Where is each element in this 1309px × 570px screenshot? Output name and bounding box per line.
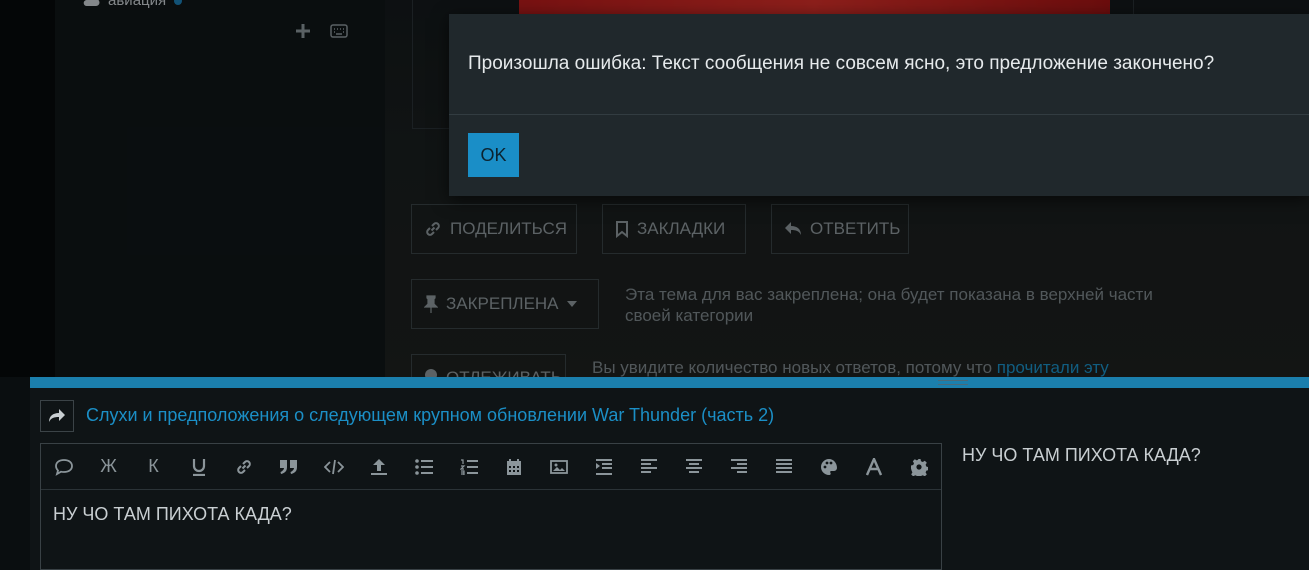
editor-content: НУ ЧО ТАМ ПИХОТА КАДА? bbox=[53, 504, 292, 524]
code-icon[interactable] bbox=[311, 444, 356, 489]
preview-content: НУ ЧО ТАМ ПИХОТА КАДА? bbox=[962, 445, 1201, 465]
align-center-icon[interactable] bbox=[671, 444, 716, 489]
reply-to-button[interactable] bbox=[40, 400, 74, 432]
indent-icon[interactable] bbox=[581, 444, 626, 489]
align-right-icon[interactable] bbox=[716, 444, 761, 489]
italic-button-glyph: К bbox=[148, 456, 159, 476]
bullet-list-icon[interactable] bbox=[401, 444, 446, 489]
link-icon[interactable] bbox=[221, 444, 266, 489]
upload-icon[interactable] bbox=[356, 444, 401, 489]
font-icon[interactable] bbox=[851, 444, 896, 489]
blockquote-icon[interactable] bbox=[266, 444, 311, 489]
editor-toolbar: ЖК bbox=[41, 444, 941, 490]
palette-icon[interactable] bbox=[806, 444, 851, 489]
gear-icon[interactable] bbox=[896, 444, 941, 489]
editor-textarea[interactable]: НУ ЧО ТАМ ПИХОТА КАДА? bbox=[41, 490, 941, 539]
quote-icon[interactable] bbox=[41, 444, 86, 489]
composer-resize-grip[interactable] bbox=[938, 380, 968, 385]
editor: ЖК НУ ЧО ТАМ ПИХОТА КАДА? bbox=[40, 443, 942, 570]
ok-button[interactable]: OK bbox=[468, 133, 519, 177]
error-dialog: Произошла ошибка: Текст сообщения не сов… bbox=[449, 14, 1309, 196]
align-justify-icon[interactable] bbox=[761, 444, 806, 489]
image-icon[interactable] bbox=[536, 444, 581, 489]
bold-button-glyph: Ж bbox=[100, 456, 117, 476]
reply-to-topic-link[interactable]: Слухи и предположения о следующем крупно… bbox=[86, 405, 774, 426]
share-arrow-icon bbox=[49, 409, 65, 422]
error-message: Произошла ошибка: Текст сообщения не сов… bbox=[449, 14, 1309, 115]
bold-button[interactable]: Ж bbox=[86, 444, 131, 489]
numbered-list-icon[interactable] bbox=[446, 444, 491, 489]
align-left-icon[interactable] bbox=[626, 444, 671, 489]
italic-button[interactable]: К bbox=[131, 444, 176, 489]
dialog-footer: OK bbox=[449, 115, 1309, 195]
underline-icon[interactable] bbox=[176, 444, 221, 489]
calendar-icon[interactable] bbox=[491, 444, 536, 489]
